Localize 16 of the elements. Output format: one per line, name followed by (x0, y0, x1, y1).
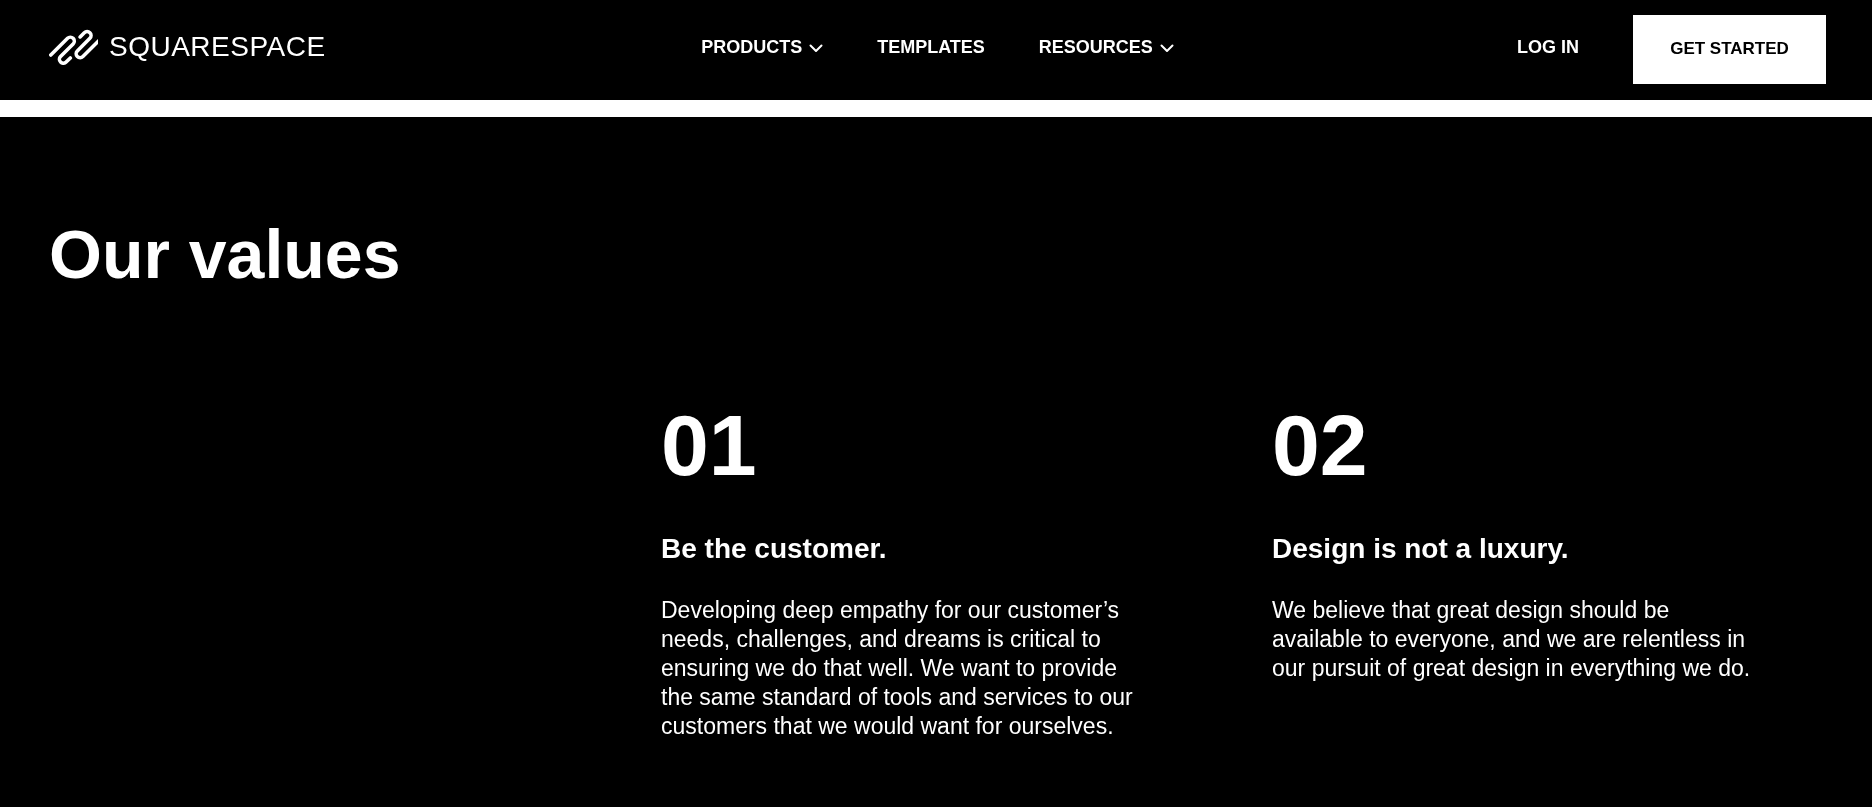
value-description: We believe that great design should be available to everyone, and we are relentless in our pursuit of great design in everything we do. (1272, 595, 1752, 683)
nav-link[interactable]: TEMPLATES (877, 37, 985, 56)
value-heading: Be the customer. (661, 532, 887, 566)
section-title: Our values (49, 220, 401, 288)
nav-dropdown-button[interactable]: RESOURCES (1038, 37, 1174, 56)
value-description: Developing deep empathy for our customer’s needs, challenges, and dreams is critical to ensuring we do that well. We want to provide the same standard of tools and services to our customers that we would want for ourselves. (661, 595, 1134, 741)
logo-wordmark[interactable]: SQUARESPACE (109, 32, 326, 61)
logo-icon[interactable] (49, 28, 98, 65)
value-heading: Design is not a luxury. (1272, 532, 1569, 566)
value-number: 01 (661, 402, 757, 488)
login-link[interactable]: LOG IN (1517, 37, 1579, 56)
chevron-down-icon (809, 44, 824, 53)
nav-dropdown-button[interactable]: PRODUCTS (701, 37, 824, 56)
value-number: 02 (1272, 402, 1368, 488)
get-started-button[interactable]: GET STARTED (1633, 14, 1826, 84)
chevron-down-icon (1159, 44, 1174, 53)
